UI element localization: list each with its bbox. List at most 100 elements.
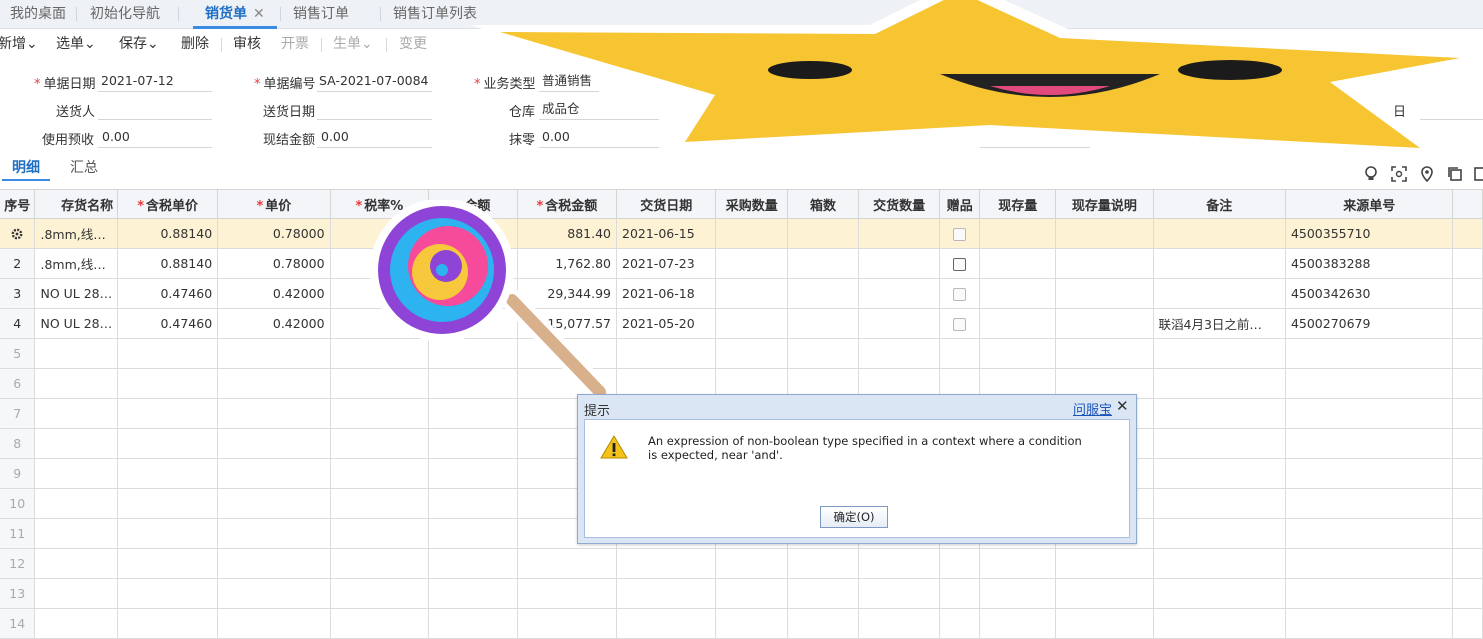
gift-checkbox[interactable] [953, 288, 967, 301]
cell-empty[interactable] [34, 428, 119, 459]
delete-button[interactable]: 删除 [181, 29, 209, 59]
delivery-date-field[interactable] [317, 99, 432, 120]
cell-empty[interactable] [117, 608, 219, 639]
cell-empty[interactable] [117, 428, 219, 459]
cell-empty[interactable] [330, 578, 430, 609]
cell-delivery-qty[interactable] [858, 218, 941, 249]
table-row[interactable]: 14 [0, 608, 1483, 639]
table-row[interactable]: 5 [0, 338, 1483, 369]
cell-empty[interactable] [428, 488, 518, 519]
cell-empty[interactable] [1153, 488, 1286, 519]
cell-empty[interactable] [1285, 608, 1454, 639]
cell-note[interactable]: 联滔4月3日之前… [1153, 308, 1286, 339]
cell-empty[interactable] [330, 488, 430, 519]
cell-empty[interactable] [117, 518, 219, 549]
cell-empty[interactable] [979, 578, 1057, 609]
cell-empty[interactable] [217, 518, 331, 549]
cell-empty[interactable] [979, 338, 1057, 369]
cell-empty[interactable] [428, 428, 518, 459]
cell-empty[interactable] [858, 548, 941, 579]
cell-empty[interactable] [1055, 338, 1154, 369]
new-button[interactable]: 新增⌄ [0, 29, 38, 59]
cell-empty[interactable] [939, 608, 981, 639]
cell-empty[interactable] [1452, 548, 1483, 579]
cell-empty[interactable] [517, 608, 618, 639]
col-header-stock-note[interactable]: 现存量说明 [1055, 190, 1154, 219]
ok-button[interactable]: 确定(O) [820, 506, 888, 528]
cell-empty[interactable] [34, 518, 119, 549]
cell-purchase-qty[interactable] [715, 278, 789, 309]
close-icon[interactable]: ✕ [253, 0, 265, 28]
cell-empty[interactable] [34, 368, 119, 399]
save-button[interactable]: 保存⌄ [119, 29, 159, 59]
cell-empty[interactable] [858, 608, 941, 639]
cell-empty[interactable] [428, 578, 518, 609]
doc-no-field[interactable]: SA-2021-07-0084 [317, 71, 432, 92]
cell-empty[interactable] [1452, 458, 1483, 489]
col-header-boxes[interactable]: 箱数 [787, 190, 859, 219]
col-header-name[interactable]: 存货名称 [34, 190, 119, 219]
cell-empty[interactable] [330, 428, 430, 459]
gift-checkbox[interactable] [953, 258, 967, 271]
tab-my-desktop[interactable]: 我的桌面 [10, 0, 66, 28]
cell-empty[interactable] [117, 548, 219, 579]
cell-empty[interactable] [1055, 548, 1154, 579]
cell-empty[interactable] [787, 608, 859, 639]
cell-empty[interactable] [1285, 548, 1454, 579]
col-header-stock[interactable]: 现存量 [979, 190, 1057, 219]
cell-tax-price[interactable]: 0.88140 [117, 218, 219, 249]
cell-boxes[interactable] [787, 248, 859, 279]
cell-empty[interactable] [1452, 608, 1483, 639]
tab-detail[interactable]: 明细 [12, 157, 40, 177]
cell-boxes[interactable] [787, 278, 859, 309]
cell-empty[interactable] [715, 578, 789, 609]
cell-empty[interactable] [787, 578, 859, 609]
col-header-price[interactable]: * 单价 [217, 190, 331, 219]
cell-empty[interactable] [117, 458, 219, 489]
cell-tax-price[interactable]: 0.47460 [117, 278, 219, 309]
cell-empty[interactable] [1285, 398, 1454, 429]
cell-empty[interactable] [1285, 518, 1454, 549]
tab-sales-delivery[interactable]: 销货单 ✕ [193, 0, 277, 29]
table-row[interactable]: 3 NO UL 28… 0.47460 0.42000 29,344.99 20… [0, 278, 1483, 309]
cell-empty[interactable] [117, 398, 219, 429]
col-header-source[interactable]: 来源单号 [1285, 190, 1454, 219]
cell-price[interactable]: 0.42000 [217, 278, 331, 309]
cell-empty[interactable] [1153, 368, 1286, 399]
cell-empty[interactable] [1153, 398, 1286, 429]
cell-empty[interactable] [616, 578, 717, 609]
cell-name[interactable]: .8mm,线… [34, 248, 119, 279]
cell-empty[interactable] [217, 458, 331, 489]
cell-empty[interactable] [787, 548, 859, 579]
cell-empty[interactable] [117, 368, 219, 399]
row-gear-icon[interactable] [0, 218, 36, 249]
change-button[interactable]: 变更 [399, 29, 427, 59]
col-header-no[interactable]: 序号 [0, 190, 36, 219]
cell-empty[interactable] [1055, 608, 1154, 639]
cell-empty[interactable] [217, 398, 331, 429]
cell-name[interactable]: .8mm,线… [34, 218, 119, 249]
cell-empty[interactable] [1452, 368, 1483, 399]
table-row[interactable]: .8mm,线… 0.88140 0.78000 1 881.40 2021-06… [0, 218, 1483, 249]
cell-empty[interactable] [330, 458, 430, 489]
cash-amount-field[interactable]: 0.00 [317, 127, 432, 148]
cell-tax-price[interactable]: 0.47460 [117, 308, 219, 339]
cell-empty[interactable] [330, 608, 430, 639]
col-header-tax-price[interactable]: * 含税单价 [117, 190, 219, 219]
cell-empty[interactable] [428, 608, 518, 639]
cell-empty[interactable] [34, 548, 119, 579]
cell-empty[interactable] [117, 338, 219, 369]
cell-note[interactable] [1153, 218, 1286, 249]
cell-boxes[interactable] [787, 218, 859, 249]
tab-summary[interactable]: 汇总 [70, 157, 98, 177]
cell-empty[interactable] [1285, 578, 1454, 609]
prepay-field[interactable]: 0.00 [98, 127, 212, 148]
cell-empty[interactable] [1285, 428, 1454, 459]
cell-empty[interactable] [858, 338, 941, 369]
cell-name[interactable]: NO UL 28… [34, 308, 119, 339]
cell-empty[interactable] [616, 548, 717, 579]
col-header-purchase-qty[interactable]: 采购数量 [715, 190, 789, 219]
cell-price[interactable]: 0.42000 [217, 308, 331, 339]
cell-purchase-qty[interactable] [715, 308, 789, 339]
cell-empty[interactable] [1285, 488, 1454, 519]
